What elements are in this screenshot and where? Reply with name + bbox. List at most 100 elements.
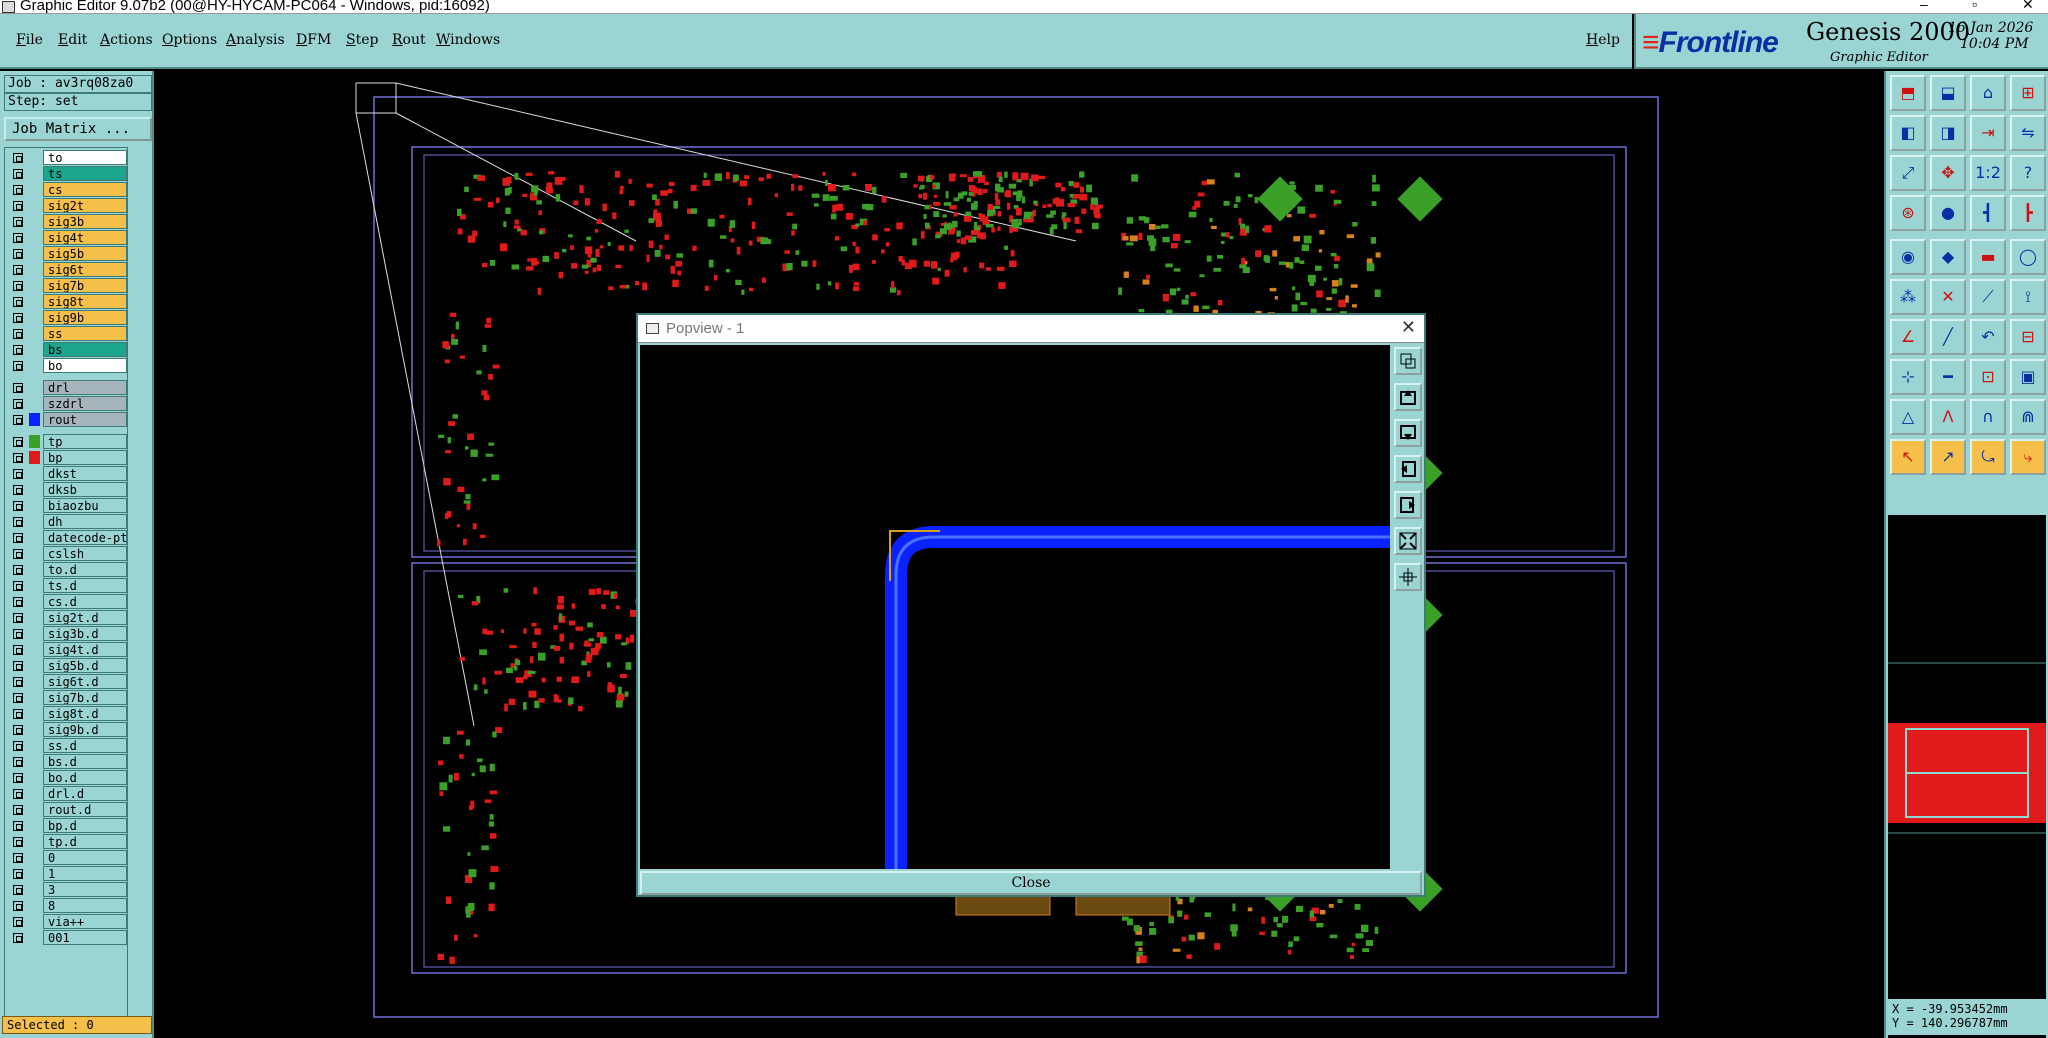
layer-checkbox[interactable] bbox=[13, 837, 23, 847]
zoom-out-icon[interactable]: ⤢ bbox=[1890, 155, 1926, 191]
layer-name[interactable]: sig8t.d bbox=[43, 706, 127, 721]
layer-row[interactable]: bp.d bbox=[7, 818, 127, 833]
layer-checkbox[interactable] bbox=[13, 383, 23, 393]
menu-step[interactable]: Step bbox=[346, 32, 378, 48]
layer-name[interactable]: sig8t bbox=[43, 294, 127, 309]
popview-pan-up-icon[interactable] bbox=[1394, 383, 1422, 411]
angle-icon[interactable]: ∠ bbox=[1890, 319, 1926, 355]
arch-icon[interactable]: ∩ bbox=[1970, 399, 2006, 435]
layer-name[interactable]: dkst bbox=[43, 466, 127, 481]
layer-row[interactable]: dkst bbox=[7, 466, 127, 481]
layer-name[interactable]: sig3b.d bbox=[43, 626, 127, 641]
line-icon[interactable]: ▬ bbox=[1970, 239, 2006, 275]
layer-row[interactable]: sig8t bbox=[7, 294, 127, 309]
layer-checkbox[interactable] bbox=[13, 437, 23, 447]
cross-icon[interactable]: ✕ bbox=[1930, 279, 1966, 315]
layer-row[interactable]: sig6t bbox=[7, 262, 127, 277]
layer-checkbox[interactable] bbox=[13, 693, 23, 703]
layer-name[interactable]: 8 bbox=[43, 898, 127, 913]
minus-icon[interactable]: ━ bbox=[1930, 359, 1966, 395]
snap-icon[interactable]: ● bbox=[1930, 195, 1966, 231]
layer-name[interactable]: 001 bbox=[43, 930, 127, 945]
job-matrix-button[interactable]: Job Matrix ... bbox=[4, 117, 152, 141]
layer-checkbox[interactable] bbox=[13, 485, 23, 495]
layer-checkbox[interactable] bbox=[13, 329, 23, 339]
layer-row[interactable]: ts.d bbox=[7, 578, 127, 593]
layer-checkbox[interactable] bbox=[13, 201, 23, 211]
peak-icon[interactable]: Λ bbox=[1930, 399, 1966, 435]
layer-row[interactable]: sig5b.d bbox=[7, 658, 127, 673]
layer-checkbox[interactable] bbox=[13, 453, 23, 463]
layer-color-swatch[interactable] bbox=[29, 451, 40, 464]
layer-checkbox[interactable] bbox=[13, 901, 23, 911]
move-icon[interactable]: ⊡ bbox=[1970, 359, 2006, 395]
popview-zoom-out-icon[interactable] bbox=[1394, 527, 1422, 555]
circle-icon[interactable]: ◯ bbox=[2010, 239, 2046, 275]
arch-alt-icon[interactable]: ⋒ bbox=[2010, 399, 2046, 435]
layer-row[interactable]: 1 bbox=[7, 866, 127, 881]
layer-row[interactable]: datecode-ptc bbox=[7, 530, 127, 545]
menu-options[interactable]: Options bbox=[162, 32, 217, 48]
layer-name[interactable]: cs.d bbox=[43, 594, 127, 609]
popview-pan-left-icon[interactable] bbox=[1394, 455, 1422, 483]
copy-icon[interactable]: ▣ bbox=[2010, 359, 2046, 395]
layer-row[interactable]: sig7b.d bbox=[7, 690, 127, 705]
layer-name[interactable]: rout bbox=[43, 412, 127, 427]
connect-icon[interactable]: ⟋ bbox=[1970, 279, 2006, 315]
layer-name[interactable]: sig4t.d bbox=[43, 642, 127, 657]
layer-checkbox[interactable] bbox=[13, 773, 23, 783]
layer-row[interactable]: 0 bbox=[7, 850, 127, 865]
layer-name[interactable]: 1 bbox=[43, 866, 127, 881]
layer-name[interactable]: sig3b bbox=[43, 214, 127, 229]
layer-row[interactable]: bp bbox=[7, 450, 127, 465]
layer-checkbox[interactable] bbox=[13, 661, 23, 671]
layer-row[interactable]: 001 bbox=[7, 930, 127, 945]
layer-checkbox[interactable] bbox=[13, 677, 23, 687]
layer-checkbox[interactable] bbox=[13, 185, 23, 195]
layer-checkbox[interactable] bbox=[13, 757, 23, 767]
grid-icon[interactable]: ⊟ bbox=[2010, 319, 2046, 355]
layer-row[interactable]: sig4t.d bbox=[7, 642, 127, 657]
layer-name[interactable]: to bbox=[43, 150, 127, 165]
layer-row[interactable]: bs bbox=[7, 342, 127, 357]
zoom-split-icon[interactable]: ⊞ bbox=[2010, 75, 2046, 111]
route-icon[interactable]: ⟟ bbox=[2010, 279, 2046, 315]
layer-row[interactable]: biaozbu bbox=[7, 498, 127, 513]
menu-help[interactable]: Help bbox=[1586, 32, 1620, 48]
layer-checkbox[interactable] bbox=[13, 217, 23, 227]
query-icon[interactable]: ? bbox=[2010, 155, 2046, 191]
layer-row[interactable]: dksb bbox=[7, 482, 127, 497]
zoom-house-icon[interactable]: ⌂ bbox=[1970, 75, 2006, 111]
layer-checkbox[interactable] bbox=[13, 469, 23, 479]
layer-row[interactable]: bo.d bbox=[7, 770, 127, 785]
layer-row[interactable]: drl bbox=[7, 380, 127, 395]
layer-name[interactable]: sig2t.d bbox=[43, 610, 127, 625]
layer-row[interactable]: to bbox=[7, 150, 127, 165]
layer-name[interactable]: tp.d bbox=[43, 834, 127, 849]
popview-zoom-window-icon[interactable] bbox=[1394, 347, 1422, 375]
layer-checkbox[interactable] bbox=[13, 281, 23, 291]
menu-windows[interactable]: Windows bbox=[436, 32, 500, 48]
layer-name[interactable]: 3 bbox=[43, 882, 127, 897]
popview-canvas[interactable] bbox=[640, 345, 1390, 869]
layer-row[interactable]: sig3b.d bbox=[7, 626, 127, 641]
layer-checkbox[interactable] bbox=[13, 549, 23, 559]
layer-name[interactable]: drl.d bbox=[43, 786, 127, 801]
popview-close-icon[interactable]: ✕ bbox=[1401, 317, 1416, 338]
layer-checkbox[interactable] bbox=[13, 741, 23, 751]
layer-row[interactable]: cslsh bbox=[7, 546, 127, 561]
layer-row[interactable]: sig7b bbox=[7, 278, 127, 293]
layer-row[interactable]: sig9b.d bbox=[7, 722, 127, 737]
pointer-icon[interactable]: ↗ bbox=[1930, 439, 1966, 475]
layer-name[interactable]: sig9b.d bbox=[43, 722, 127, 737]
menu-rout[interactable]: Rout bbox=[392, 32, 426, 48]
layer-name[interactable]: ss.d bbox=[43, 738, 127, 753]
layer-checkbox[interactable] bbox=[13, 789, 23, 799]
popview-pan-right-icon[interactable] bbox=[1394, 491, 1422, 519]
layer-name[interactable]: sig6t.d bbox=[43, 674, 127, 689]
zoom-home-icon[interactable]: ⬓ bbox=[1930, 75, 1966, 111]
layer-row[interactable]: sig2t.d bbox=[7, 610, 127, 625]
layer-name[interactable]: sig5b bbox=[43, 246, 127, 261]
layer-name[interactable]: sig4t bbox=[43, 230, 127, 245]
layer-name[interactable]: tp bbox=[43, 434, 127, 449]
